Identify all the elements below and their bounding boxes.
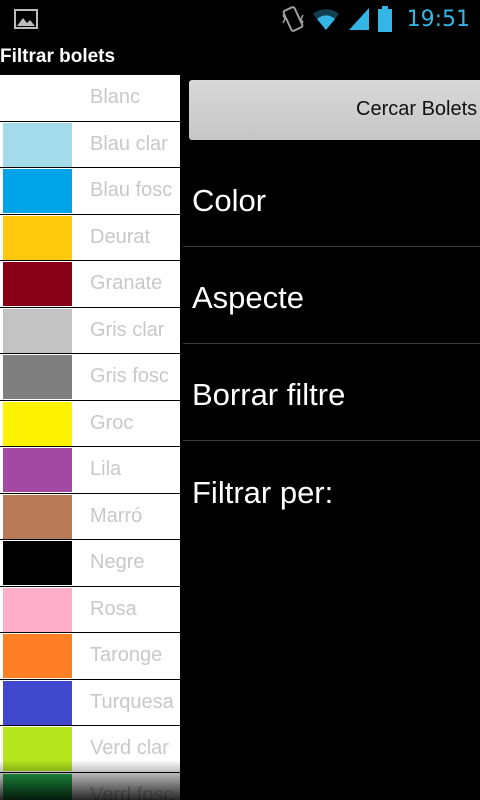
signal-icon — [348, 8, 369, 30]
color-row[interactable]: Negre — [0, 540, 180, 587]
color-swatch — [3, 634, 72, 678]
color-row[interactable]: Taronge — [0, 633, 180, 680]
color-label: Taronge — [90, 644, 163, 666]
menu-item-color[interactable]: Color — [183, 150, 480, 247]
menu-item-label: Color — [192, 183, 267, 218]
menu-item-aspect[interactable]: Aspecte — [183, 247, 480, 344]
color-label: Marró — [90, 504, 143, 527]
menu-item-label: Borrar filtre — [192, 377, 346, 412]
color-label: Gris clar — [90, 318, 165, 341]
color-swatch — [3, 308, 72, 353]
color-label: Verd clar — [90, 737, 169, 759]
status-time: 19:51 — [406, 6, 470, 32]
color-row[interactable]: Groc — [0, 400, 180, 447]
color-swatch — [3, 76, 72, 120]
color-label: Negre — [90, 551, 145, 573]
color-label: Groc — [90, 411, 134, 434]
color-swatch — [3, 448, 72, 492]
color-label: Gris fosc — [90, 365, 169, 387]
color-swatch — [3, 541, 72, 585]
wifi-icon — [312, 9, 339, 31]
color-label: Deurat — [90, 225, 151, 248]
page-title: Filtrar bolets — [0, 46, 116, 67]
color-label: Verd fosc — [90, 783, 174, 800]
color-row[interactable]: Verd fosc — [0, 772, 180, 800]
status-icons: 19:51 — [281, 4, 470, 34]
color-label: Lila — [90, 458, 122, 480]
color-swatch — [3, 122, 72, 167]
color-swatch — [3, 727, 72, 771]
color-swatch — [3, 169, 72, 213]
color-row[interactable]: Marró — [0, 493, 180, 540]
color-list[interactable]: Blanc Blau clar Blau fosc Deurat Granate Gris… — [0, 75, 180, 800]
color-swatch — [3, 355, 72, 399]
color-swatch — [3, 215, 72, 260]
color-label: Blau fosc — [90, 179, 173, 201]
color-row[interactable]: Gris clar — [0, 307, 180, 354]
color-row[interactable]: Verd clar — [0, 726, 180, 773]
filter-by-label: Filtrar per: — [192, 475, 334, 510]
color-row[interactable]: Deurat — [0, 214, 180, 261]
search-button-label: Cercar Bolets — [356, 98, 478, 120]
color-row[interactable]: Gris fosc — [0, 354, 180, 401]
color-swatch — [3, 401, 72, 446]
color-row[interactable]: Blanc — [0, 75, 180, 122]
battery-icon — [377, 6, 392, 32]
color-swatch — [3, 494, 72, 539]
gallery-notification-icon — [14, 9, 38, 29]
color-row[interactable]: Granate — [0, 261, 180, 308]
color-label: Turquesa — [90, 690, 174, 713]
color-label: Granate — [90, 272, 163, 294]
search-mushrooms-button[interactable]: Cercar Bolets — [189, 80, 480, 140]
color-row[interactable]: Lila — [0, 447, 180, 494]
menu-item-clear-filter[interactable]: Borrar filtre — [183, 344, 480, 441]
color-label: Rosa — [90, 597, 137, 620]
color-swatch — [3, 773, 72, 800]
color-swatch — [3, 680, 72, 725]
color-row[interactable]: Blau clar — [0, 121, 180, 168]
color-label: Blanc — [90, 86, 141, 108]
vibrate-icon — [281, 6, 304, 32]
color-swatch — [3, 262, 72, 306]
filter-panel: Cercar Bolets Color Aspecte Borrar filtr… — [183, 75, 480, 800]
color-swatch — [3, 587, 72, 632]
menu-item-label: Aspecte — [192, 280, 305, 315]
status-bar: 19:51 — [0, 0, 480, 38]
color-label: Blau clar — [90, 132, 168, 155]
color-row[interactable]: Blau fosc — [0, 168, 180, 215]
title-bar: Filtrar bolets — [0, 44, 480, 72]
color-row[interactable]: Turquesa — [0, 679, 180, 726]
color-row[interactable]: Rosa — [0, 586, 180, 633]
